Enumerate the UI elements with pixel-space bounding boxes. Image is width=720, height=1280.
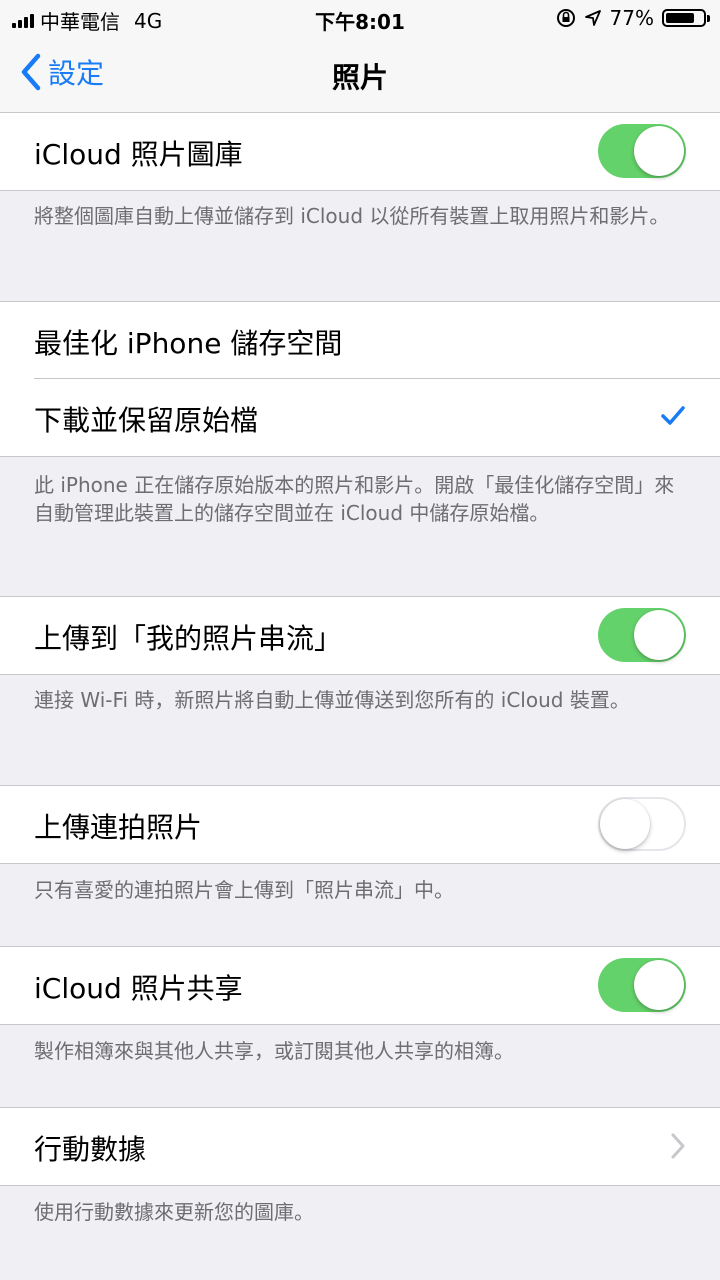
cellular-data-cell[interactable]: 行動數據 (0, 1108, 720, 1185)
page-title: 照片 (331, 61, 388, 94)
optimize-storage-cell[interactable]: 最佳化 iPhone 儲存空間 (0, 302, 720, 379)
sharing-cell: iCloud 照片共享 (0, 947, 720, 1024)
storage-footer: 此 iPhone 正在儲存原始版本的照片和影片。開啟「最佳化儲存空間」來自動管理… (34, 473, 675, 525)
cellular-footer: 使用行動數據來更新您的圖庫。 (34, 1200, 314, 1224)
burst-label: 上傳連拍照片 (34, 811, 203, 844)
toggle-knob (634, 610, 684, 660)
icloud-library-cell: iCloud 照片圖庫 (0, 113, 720, 190)
navigation-bar: 設定 照片 (0, 38, 720, 113)
burst-group: 上傳連拍照片 (0, 785, 720, 864)
cellular-data-label: 行動數據 (34, 1133, 147, 1166)
icloud-library-label: iCloud 照片圖庫 (34, 138, 243, 171)
toggle-knob (634, 126, 684, 176)
battery-fill (666, 13, 694, 23)
photo-stream-footer: 連接 Wi-Fi 時，新照片將自動上傳並傳送到您所有的 iCloud 裝置。 (34, 688, 630, 712)
burst-footer: 只有喜愛的連拍照片會上傳到「照片串流」中。 (34, 878, 454, 902)
icloud-library-footer: 將整個圖庫自動上傳並儲存到 iCloud 以從所有裝置上取用照片和影片。 (34, 204, 670, 228)
sharing-footer: 製作相簿來與其他人共享，或訂閱其他人共享的相簿。 (34, 1039, 514, 1063)
status-bar: 中華電信 4G 下午8:01 77% (0, 0, 720, 38)
photo-stream-cell: 上傳到「我的照片串流」 (0, 597, 720, 674)
sharing-toggle[interactable] (598, 958, 686, 1012)
sharing-label: iCloud 照片共享 (34, 972, 243, 1005)
orientation-lock-icon (556, 9, 575, 27)
chevron-right-icon (671, 1133, 685, 1159)
toggle-knob (634, 960, 684, 1010)
icloud-library-toggle[interactable] (598, 124, 686, 178)
cellular-group: 行動數據 (0, 1107, 720, 1186)
photo-stream-toggle[interactable] (598, 608, 686, 662)
icloud-library-group: iCloud 照片圖庫 (0, 112, 720, 191)
optimize-storage-label: 最佳化 iPhone 儲存空間 (34, 327, 343, 360)
photo-stream-label: 上傳到「我的照片串流」 (34, 622, 343, 655)
download-originals-label: 下載並保留原始檔 (34, 404, 259, 437)
sharing-group: iCloud 照片共享 (0, 946, 720, 1025)
storage-options-group: 最佳化 iPhone 儲存空間 下載並保留原始檔 (0, 301, 720, 457)
burst-toggle[interactable] (598, 797, 686, 851)
burst-cell: 上傳連拍照片 (0, 786, 720, 863)
battery-cap (707, 15, 710, 22)
download-originals-cell[interactable]: 下載並保留原始檔 (0, 379, 720, 456)
toggle-knob (600, 799, 650, 849)
location-icon (584, 10, 601, 26)
status-right: 77% (556, 6, 710, 30)
checkmark-icon (661, 406, 685, 425)
battery-icon (662, 9, 710, 27)
battery-percent: 77% (609, 6, 654, 30)
photo-stream-group: 上傳到「我的照片串流」 (0, 596, 720, 675)
